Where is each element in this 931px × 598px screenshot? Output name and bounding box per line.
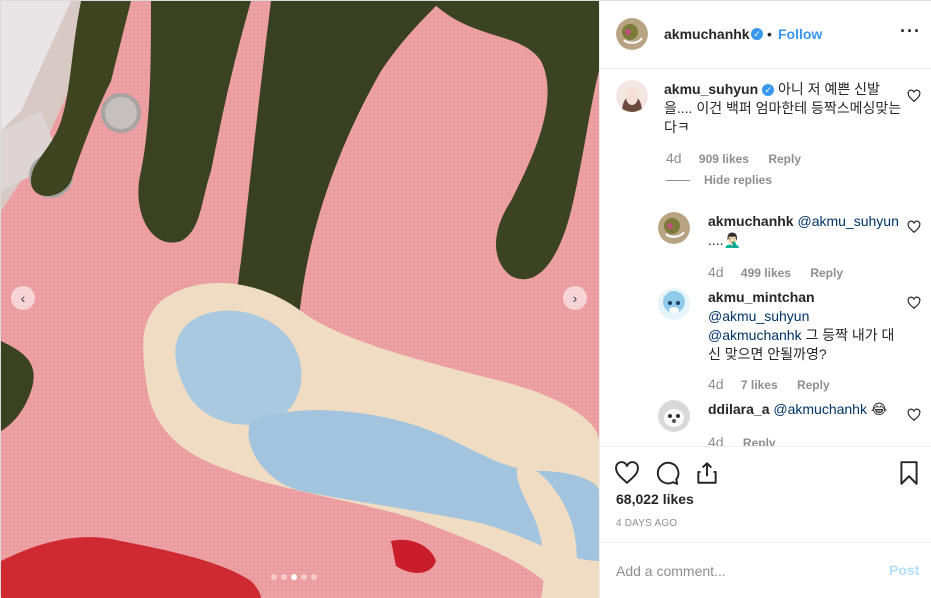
separator-dot: •: [767, 26, 772, 42]
carousel-dot: [281, 574, 287, 580]
comment-meta: 4d 7 likes Reply: [708, 376, 830, 392]
post-sidebar: akmuchanhk ✓ • Follow ··· akmu_suhyun ✓ 아…: [599, 1, 931, 598]
commenter-username[interactable]: akmu_suhyun: [664, 81, 758, 97]
post-likes-count[interactable]: 68,022 likes: [616, 491, 694, 507]
post-date: 4 DAYS AGO: [616, 518, 678, 529]
comment-body-line3: 다ㅋ: [664, 119, 690, 135]
carousel-indicator: [271, 574, 317, 580]
comment-item: akmu_suhyun ✓ 아니 저 예쁜 신발 을.... 이건 백퍼 엄마한테…: [600, 70, 931, 170]
mention-link[interactable]: @akmu_suhyun: [708, 308, 809, 324]
bookmark-icon[interactable]: [896, 460, 922, 486]
comment-likes[interactable]: 499 likes: [741, 266, 791, 280]
comment-body: 😂: [866, 401, 888, 417]
mention-link[interactable]: @akmuchanhk: [708, 327, 802, 343]
chevron-right-icon: ›: [572, 290, 578, 306]
previous-photo-button[interactable]: ‹: [11, 286, 35, 310]
comment-body: ....🤦🏻‍♂️: [708, 232, 741, 248]
next-photo-button[interactable]: ›: [563, 286, 587, 310]
post-header: akmuchanhk ✓ • Follow ···: [600, 1, 931, 69]
comment-likes[interactable]: 7 likes: [741, 378, 778, 392]
divider-line: [666, 180, 690, 182]
chevron-left-icon: ‹: [20, 290, 26, 306]
post-comment-button[interactable]: Post: [889, 562, 919, 578]
carousel-dot-active: [291, 574, 297, 580]
comment-meta: 4d 499 likes Reply: [708, 264, 843, 280]
comment-age: 4d: [666, 150, 682, 166]
verified-badge-icon: ✓: [751, 28, 763, 40]
share-icon[interactable]: [694, 460, 720, 486]
comment-like-heart-icon[interactable]: [907, 220, 921, 234]
comment-body-line2: 신 맞으면 안될까영?: [708, 346, 827, 362]
comment-like-heart-icon[interactable]: [907, 89, 921, 103]
comment-icon[interactable]: [654, 460, 680, 486]
follow-button[interactable]: Follow: [778, 26, 822, 42]
reply-item: akmuchanhk @akmu_suhyun ....🤦🏻‍♂️ 4d 499…: [600, 210, 931, 282]
commenter-avatar[interactable]: [658, 288, 690, 320]
comment-like-heart-icon[interactable]: [907, 408, 921, 422]
commenter-avatar[interactable]: [616, 80, 648, 112]
add-comment-bar: Post: [600, 542, 931, 598]
comment-input[interactable]: [616, 561, 866, 581]
commenter-username[interactable]: ddilara_a: [708, 401, 769, 417]
comments-list[interactable]: akmu_suhyun ✓ 아니 저 예쁜 신발 을.... 이건 백퍼 엄마한테…: [600, 70, 931, 446]
comment-body-line1: 그 등짝 내가 대: [801, 327, 895, 343]
mention-link[interactable]: @akmu_suhyun: [797, 213, 898, 229]
comment-body-line1: 아니 저 예쁜 신발: [778, 81, 880, 97]
instagram-post: ‹ › akmuchanhk ✓ • Follow ··· akmu_suhyu…: [0, 0, 931, 598]
comment-likes[interactable]: 909 likes: [699, 152, 749, 166]
carousel-dot: [271, 574, 277, 580]
reply-item: akmu_mintchan @akmu_suhyun @akmuchanhk 그…: [600, 286, 931, 396]
hide-replies-button[interactable]: Hide replies: [666, 173, 772, 187]
comment-meta: 4d 909 likes Reply: [666, 150, 801, 166]
comment-age: 4d: [708, 376, 724, 392]
comment-age: 4d: [708, 434, 724, 446]
more-horizontal-icon[interactable]: ···: [900, 21, 921, 42]
commenter-username[interactable]: akmu_mintchan: [708, 289, 815, 305]
carousel-dot: [311, 574, 317, 580]
reply-button[interactable]: Reply: [797, 378, 830, 392]
reply-button[interactable]: Reply: [768, 152, 801, 166]
mention-link[interactable]: @akmuchanhk: [773, 401, 867, 417]
commenter-avatar[interactable]: [658, 400, 690, 432]
verified-badge-icon: ✓: [762, 84, 775, 96]
comment-like-heart-icon[interactable]: [907, 296, 921, 310]
comment-text: akmu_mintchan @akmu_suhyun @akmuchanhk 그…: [708, 288, 908, 364]
comment-meta: 4d Reply: [708, 434, 776, 446]
commenter-username[interactable]: akmuchanhk: [708, 213, 794, 229]
carousel-dot: [301, 574, 307, 580]
post-photo[interactable]: ‹ ›: [1, 1, 599, 598]
comment-body-line2: 을.... 이건 백퍼 엄마한테 등짝스메싱맞는: [664, 100, 902, 116]
comment-text: akmu_suhyun ✓ 아니 저 예쁜 신발 을.... 이건 백퍼 엄마한테…: [664, 80, 904, 137]
comment-age: 4d: [708, 264, 724, 280]
reply-item: ddilara_a @akmuchanhk 😂 4d Reply: [600, 398, 931, 446]
author-avatar[interactable]: [616, 18, 648, 50]
reply-button[interactable]: Reply: [743, 436, 776, 446]
commenter-avatar[interactable]: [658, 212, 690, 244]
comment-text: akmuchanhk @akmu_suhyun ....🤦🏻‍♂️: [708, 212, 908, 250]
heart-icon[interactable]: [614, 460, 640, 486]
sneaker-photo: [1, 1, 599, 598]
author-username[interactable]: akmuchanhk: [664, 26, 750, 42]
hide-replies-label: Hide replies: [704, 173, 773, 187]
comment-text: ddilara_a @akmuchanhk 😂: [708, 400, 908, 419]
reply-button[interactable]: Reply: [810, 266, 843, 280]
